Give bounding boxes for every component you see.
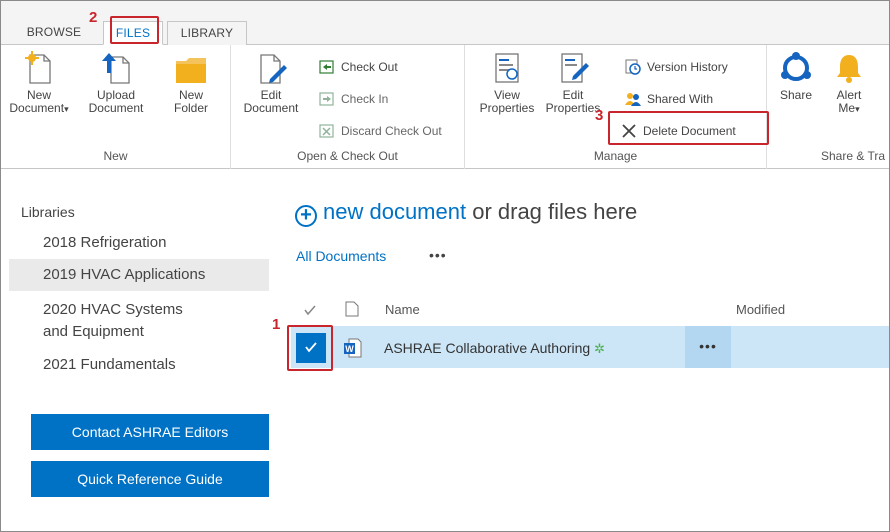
annotation-box-row-checkbox	[287, 325, 333, 371]
check-out-icon	[319, 60, 334, 74]
new-folder-button[interactable]: New Folder	[161, 51, 221, 115]
discard-check-out-button[interactable]: Discard Check Out	[319, 121, 442, 141]
check-in-icon	[319, 92, 334, 106]
view-properties-button[interactable]: View Properties	[475, 51, 539, 115]
view-more-button[interactable]: •••	[429, 247, 447, 263]
share-icon	[781, 52, 811, 81]
view-all-documents[interactable]: All Documents	[296, 248, 386, 264]
nav-item-2021-fundamentals[interactable]: 2021 Fundamentals	[21, 349, 271, 381]
chevron-down-icon: ▾	[64, 104, 69, 114]
check-out-button[interactable]: Check Out	[319, 57, 398, 77]
new-document-text: new document	[323, 199, 467, 224]
bell-icon	[837, 55, 861, 83]
word-document-icon: W	[344, 338, 362, 358]
ribbon-group-manage: View Properties Edit Properties Version …	[465, 45, 767, 169]
annotation-number-2: 2	[89, 9, 98, 26]
annotation-number-1: 1	[272, 316, 281, 333]
group-label-open-checkout: Open & Check Out	[297, 149, 398, 163]
file-type-icon	[345, 301, 359, 317]
version-history-button[interactable]: Version History	[625, 57, 728, 77]
share-label: Share	[779, 88, 813, 102]
edit-document-button[interactable]: Edit Document	[239, 51, 303, 115]
share-button[interactable]: Share	[771, 51, 821, 102]
nav-item-2019-hvac-applications[interactable]: 2019 HVAC Applications	[9, 259, 269, 291]
new-item-icon: ✲	[594, 341, 606, 356]
discard-check-out-icon	[319, 124, 334, 138]
add-circle-icon: +	[295, 205, 317, 227]
edit-properties-button[interactable]: Edit Properties	[541, 51, 605, 115]
annotation-box-delete-document	[608, 111, 769, 145]
new-document-icon	[25, 51, 51, 84]
column-header-name[interactable]: Name	[385, 302, 420, 317]
annotation-box-files-tab	[110, 16, 159, 44]
new-document-button[interactable]: New Document▾	[7, 51, 71, 116]
row-more-button[interactable]: •••	[685, 326, 731, 368]
contact-editors-button[interactable]: Contact ASHRAE Editors	[31, 414, 269, 450]
chevron-down-icon: ▾	[855, 104, 860, 114]
edit-properties-icon	[561, 53, 589, 83]
edit-document-label: Edit Document	[243, 88, 299, 115]
nav-item-2018-refrigeration[interactable]: 2018 Refrigeration	[21, 227, 271, 259]
nav-item-2020-hvac-systems[interactable]: 2020 HVAC Systems and Equipment	[21, 291, 271, 349]
window-frame: BROWSE FILES LIBRARY New Document▾ Uploa…	[0, 0, 890, 532]
check-in-button[interactable]: Check In	[319, 89, 388, 109]
ribbon: New Document▾ Upload Document New Folder…	[1, 45, 889, 169]
upload-document-button[interactable]: Upload Document	[81, 51, 151, 115]
nav-heading-libraries[interactable]: Libraries	[21, 197, 271, 227]
quick-reference-button[interactable]: Quick Reference Guide	[31, 461, 269, 497]
discard-check-out-label: Discard Check Out	[341, 124, 442, 138]
edit-properties-label: Edit Properties	[545, 88, 601, 115]
document-name: ASHRAE Collaborative Authoring	[384, 340, 591, 356]
folder-icon	[176, 58, 206, 83]
tab-library[interactable]: LIBRARY	[167, 21, 247, 45]
ribbon-group-new: New Document▾ Upload Document New Folder…	[1, 45, 231, 169]
svg-text:W: W	[345, 344, 354, 354]
view-properties-icon	[495, 53, 519, 83]
tab-browse[interactable]: BROWSE	[11, 21, 97, 45]
group-label-new: New	[103, 149, 128, 163]
alert-me-button[interactable]: Alert Me▾	[829, 51, 869, 116]
group-label-manage: Manage	[593, 149, 638, 163]
shared-with-button[interactable]: Shared With	[625, 89, 713, 109]
drag-files-text: or drag files here	[466, 199, 638, 224]
upload-document-label: Upload Document	[88, 88, 144, 115]
ribbon-group-share-track: Share Alert Me▾ Share & Tra	[767, 45, 889, 169]
check-out-label: Check Out	[341, 60, 398, 74]
new-folder-label: New Folder	[173, 88, 208, 115]
shared-with-icon	[625, 93, 641, 106]
upload-icon	[102, 53, 130, 84]
left-navigation: Libraries 2018 Refrigeration 2019 HVAC A…	[9, 197, 271, 381]
shared-with-label: Shared With	[647, 92, 714, 106]
version-history-icon	[625, 59, 641, 75]
new-document-link[interactable]: + new document or drag files here	[295, 199, 637, 227]
new-document-label: New Document	[9, 88, 65, 115]
column-header-modified[interactable]: Modified	[736, 302, 785, 317]
version-history-label: Version History	[647, 60, 728, 74]
document-name-link[interactable]: ASHRAE Collaborative Authoring ✲	[384, 340, 605, 357]
annotation-number-3: 3	[595, 107, 604, 124]
view-properties-label: View Properties	[479, 88, 535, 115]
ribbon-group-open-checkout: Edit Document Check Out Check In Discard…	[231, 45, 465, 169]
edit-document-icon	[260, 54, 287, 84]
check-in-label: Check In	[341, 92, 389, 106]
group-label-share-track: Share & Tra	[821, 149, 886, 163]
select-all-check-icon[interactable]	[303, 303, 317, 317]
